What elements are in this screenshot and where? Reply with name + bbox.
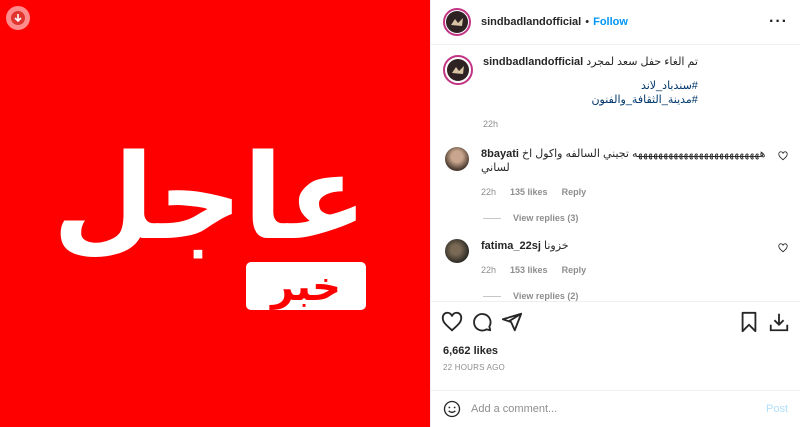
comment-likes[interactable]: 153 likes [510,263,548,277]
caption: sindbadlandofficial تم الغاء حفل سعد لمج… [443,55,788,131]
comment-age: 22h [481,187,497,197]
avatar[interactable] [443,8,471,36]
hashtag-link[interactable]: #مدينة_الثقافة_والفنون [483,93,697,107]
comment-username[interactable]: fatima_22sj [481,240,541,252]
badge-text: خبر [269,264,341,310]
comment-bubble-icon[interactable] [471,311,493,333]
download-button[interactable] [6,6,30,30]
caption-avatar[interactable] [443,55,473,85]
comment-text: خزونا [544,240,569,252]
view-replies-button[interactable]: View replies (3) [483,213,788,223]
add-comment-bar: Post [431,390,800,427]
breaking-news-graphic: عاجل خبر [52,128,368,310]
comment-text: هههههههههههههههههههههههههه تجيني السالفه… [481,148,766,174]
save-bookmark-icon[interactable] [738,311,760,333]
download-tray-icon[interactable] [768,311,790,333]
more-options-icon[interactable]: ··· [769,13,788,31]
avatar[interactable] [445,147,469,171]
reply-button[interactable]: Reply [562,185,587,199]
caption-age: 22h [483,119,499,129]
comment-likes[interactable]: 135 likes [510,185,548,199]
emoji-smiley-icon[interactable] [443,400,461,418]
share-paper-plane-icon[interactable] [501,311,523,333]
post-timestamp: 22 HOURS AGO [443,363,505,372]
header-username[interactable]: sindbadlandofficial [481,16,581,28]
comments-section[interactable]: sindbadlandofficial تم الغاء حفل سعد لمج… [431,45,800,301]
download-arrow-icon [11,11,25,25]
follow-button[interactable]: Follow [593,16,628,28]
headline-text: عاجل [52,128,367,266]
comment-item: fatima_22sj خزونا 22h 153 likes Reply [443,239,788,277]
view-replies-label: View replies (2) [513,291,579,301]
avatar[interactable] [445,239,469,263]
comment-username[interactable]: 8bayati [481,148,519,160]
post-media[interactable]: عاجل خبر [0,0,430,427]
caption-text: تم الغاء حفل سعد لمجرد [586,56,698,68]
instagram-post-dialog: عاجل خبر sindbadlandofficial • Follow ··… [0,0,800,427]
comment-age: 22h [481,265,497,275]
view-replies-button[interactable]: View replies (2) [483,291,788,301]
comment-item: 8bayati هههههههههههههههههههههههههه تجيني… [443,147,788,199]
view-replies-label: View replies (3) [513,213,579,223]
like-comment-heart-icon[interactable] [778,243,788,253]
logo-icon [451,18,463,26]
like-comment-heart-icon[interactable] [778,151,788,161]
action-bar [431,301,800,341]
post-header: sindbadlandofficial • Follow ··· [431,0,800,45]
separator-dot: • [585,16,590,28]
hashtag-link[interactable]: #سندباد_لاند [483,79,698,93]
post-sidebar: sindbadlandofficial • Follow ··· sindbad… [430,0,800,427]
comment-input[interactable] [471,403,766,415]
like-heart-icon[interactable] [441,311,463,333]
likes-count[interactable]: 6,662 likes [431,341,800,357]
logo-icon [452,66,464,74]
divider-line [483,295,501,297]
caption-username[interactable]: sindbadlandofficial [483,56,583,68]
post-comment-button[interactable]: Post [766,403,788,415]
divider-line [483,217,501,219]
reply-button[interactable]: Reply [562,263,587,277]
